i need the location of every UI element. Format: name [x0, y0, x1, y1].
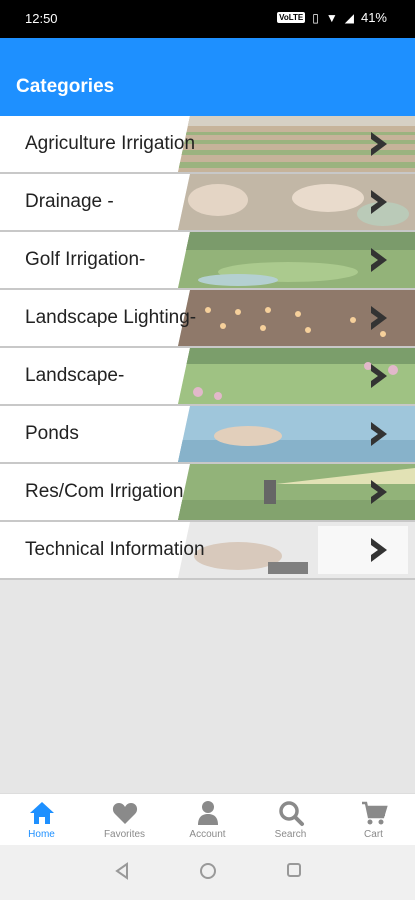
category-row-landscape-lighting[interactable]: Landscape Lighting- [0, 290, 415, 348]
category-label: Golf Irrigation- [25, 249, 146, 270]
recents-icon[interactable] [286, 862, 302, 878]
chevron-right-icon [371, 538, 387, 562]
chevron-right-icon [371, 364, 387, 388]
volte-badge: VoLTE [277, 12, 306, 23]
nav-label: Favorites [103, 829, 146, 840]
battery-level: 41% [360, 10, 387, 25]
category-row-landscape[interactable]: Landscape- [0, 348, 415, 406]
back-icon[interactable] [114, 862, 130, 880]
nav-label: Home [28, 829, 55, 840]
wifi-icon: ▼ [325, 10, 338, 25]
bottom-navigation: Home Favorites Account Search Cart [0, 793, 415, 846]
search-icon [278, 801, 304, 826]
category-row-res-com-irrigation[interactable]: Res/Com Irrigation [0, 464, 415, 522]
vibrate-icon: ▯ [312, 10, 319, 25]
category-row-ponds[interactable]: Ponds [0, 406, 415, 464]
category-label: Landscape- [25, 365, 125, 386]
home-button-icon[interactable] [199, 862, 217, 880]
chevron-right-icon [371, 480, 387, 504]
page-title: Categories [16, 76, 115, 97]
category-label: Landscape Lighting- [25, 307, 197, 328]
home-icon [29, 802, 54, 824]
category-row-drainage[interactable]: Drainage - [0, 174, 415, 232]
chevron-right-icon [371, 306, 387, 330]
status-bar: 12:50 VoLTE ▯ ▼ ◢ 41% [0, 0, 415, 38]
nav-label: Account [189, 829, 226, 840]
nav-label: Cart [364, 829, 383, 840]
status-icons: VoLTE ▯ ▼ ◢ 41% [277, 10, 387, 25]
heart-icon [112, 803, 137, 824]
nav-favorites[interactable]: Favorites [83, 794, 166, 846]
category-label: Ponds [25, 423, 79, 444]
nav-home[interactable]: Home [0, 794, 83, 846]
category-label: Agriculture Irrigation [25, 133, 196, 154]
system-navigation-bar [0, 845, 415, 900]
nav-search[interactable]: Search [249, 794, 332, 846]
nav-account[interactable]: Account [166, 794, 249, 846]
chevron-right-icon [371, 190, 387, 214]
category-label: Drainage - [25, 191, 114, 212]
status-time: 12:50 [25, 11, 58, 26]
category-row-agriculture-irrigation[interactable]: Agriculture Irrigation [0, 116, 415, 174]
cart-icon [361, 801, 388, 825]
category-list: Agriculture Irrigation Drainage - Golf I… [0, 116, 415, 580]
category-label: Res/Com Irrigation [25, 481, 184, 502]
category-row-technical-information[interactable]: Technical Information [0, 522, 415, 580]
person-icon [197, 801, 218, 825]
nav-label: Search [274, 829, 307, 840]
category-row-golf-irrigation[interactable]: Golf Irrigation- [0, 232, 415, 290]
nav-cart[interactable]: Cart [332, 794, 415, 846]
signal-icon: ◢ [344, 10, 354, 25]
chevron-right-icon [371, 422, 387, 446]
app-bar: Categories [0, 38, 415, 116]
category-label: Technical Information [25, 539, 205, 560]
chevron-right-icon [371, 248, 387, 272]
chevron-right-icon [371, 132, 387, 156]
